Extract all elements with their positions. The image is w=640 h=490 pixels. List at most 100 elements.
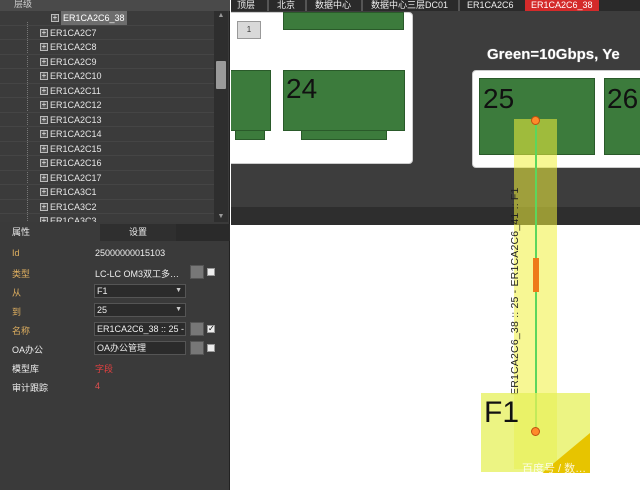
tree-item-label: ER1CA3C2 xyxy=(50,201,97,212)
tree-item[interactable]: + ER1CA2C14 xyxy=(0,127,214,142)
prop-name: Id xyxy=(12,248,20,258)
breadcrumb-separator xyxy=(305,0,307,11)
tree-item-label: ER1CA2C10 xyxy=(50,71,102,81)
breadcrumb-item[interactable]: 数据中心三层DC01 xyxy=(371,0,448,11)
properties-grid: Id 25000000015103 类型 LC-LC OM3双工多… 从 F1 ▼… xyxy=(0,244,230,394)
chevron-down-icon: ▼ xyxy=(175,287,182,294)
topology-canvas[interactable]: 顶层 北京 数据中心 数据中心三层DC01 ER1CA2C6 ER1CA2C6_… xyxy=(231,0,640,490)
breadcrumb-item[interactable]: 顶层 xyxy=(237,0,255,11)
breadcrumb: 顶层 北京 数据中心 数据中心三层DC01 ER1CA2C6 ER1CA2C6_… xyxy=(231,0,640,11)
rack-footer-band xyxy=(231,207,640,225)
prop-row-from: 从 F1 ▼ xyxy=(0,282,230,301)
tree-item-selected[interactable]: + ER1CA2C6_38 xyxy=(0,11,214,26)
browse-button[interactable] xyxy=(190,322,204,336)
tree-item[interactable]: + ER1CA3C1 xyxy=(0,185,214,200)
scroll-thumb[interactable] xyxy=(216,61,226,89)
expand-icon[interactable]: + xyxy=(40,144,48,153)
to-select[interactable]: 25 ▼ xyxy=(94,303,186,317)
browse-button[interactable] xyxy=(190,341,204,355)
tree-item[interactable]: + ER1CA2C12 xyxy=(0,98,214,113)
breadcrumb-separator xyxy=(458,0,460,11)
expand-icon[interactable]: + xyxy=(51,14,59,22)
cable-endpoint-top[interactable] xyxy=(531,116,540,125)
expand-icon[interactable]: + xyxy=(40,173,48,182)
checkbox-checked[interactable]: ✓ xyxy=(207,325,215,333)
prop-name: OA办公 xyxy=(12,345,44,355)
expand-icon[interactable]: + xyxy=(40,202,48,211)
expand-icon[interactable]: + xyxy=(40,188,48,196)
breadcrumb-separator xyxy=(361,0,363,11)
tree-item[interactable]: + ER1CA2C7 xyxy=(0,26,214,40)
prop-name: 类型 xyxy=(12,269,31,279)
tree-item-label: ER1CA2C7 xyxy=(50,27,97,38)
property-tabs: 属性 设置 xyxy=(0,224,230,241)
tree-item[interactable]: + ER1CA2C15 xyxy=(0,142,214,156)
port-number: 25 xyxy=(483,83,515,114)
port-23[interactable] xyxy=(231,70,271,131)
prop-row-model: 模型库 字段 xyxy=(0,358,230,377)
breadcrumb-item-active[interactable]: ER1CA2C6_38 xyxy=(525,0,599,11)
browse-button[interactable] xyxy=(190,265,204,279)
left-panel: 层级 + ER1CA2C6_38 + ER1CA2C7 + ER1CA2C8 + ER… xyxy=(0,0,230,490)
prop-value: 25000000015103 xyxy=(95,248,166,258)
prop-row-type: 类型 LC-LC OM3双工多… xyxy=(0,263,230,282)
expand-icon[interactable]: + xyxy=(40,159,48,167)
expand-icon[interactable]: + xyxy=(40,130,48,138)
tree-item-label: ER1CA2C11 xyxy=(50,85,101,96)
cable-endpoint-bottom[interactable] xyxy=(531,427,540,436)
prop-row-audit: 审计跟踪 4 xyxy=(0,377,230,396)
tree-item-label: ER1CA3C1 xyxy=(50,187,97,197)
port-number: 26 xyxy=(607,83,639,114)
tree-item-label: ER1CA2C12 xyxy=(50,100,102,110)
tree-item[interactable]: + ER1CA2C17 xyxy=(0,171,214,185)
expand-icon[interactable]: + xyxy=(40,115,48,124)
breadcrumb-item[interactable]: ER1CA2C6 xyxy=(467,0,514,11)
tree-item-label: ER1CA2C15 xyxy=(50,143,102,154)
from-select[interactable]: F1 ▼ xyxy=(94,284,186,298)
watermark: 百度号 / 数… xyxy=(522,463,587,475)
prop-row-id: Id 25000000015103 xyxy=(0,244,230,263)
tree-item[interactable]: + ER1CA3C3 xyxy=(0,214,214,222)
chevron-down-icon: ▼ xyxy=(175,306,182,313)
prop-row-title: 名称 ER1CA2C6_38 :: 25 - E ✓ xyxy=(0,320,230,339)
breadcrumb-item[interactable]: 北京 xyxy=(277,0,295,11)
tree-item[interactable]: + ER1CA2C8 xyxy=(0,40,214,55)
prop-name: 模型库 xyxy=(12,364,40,374)
breadcrumb-separator xyxy=(267,0,269,11)
breadcrumb-item[interactable]: 数据中心 xyxy=(315,0,351,11)
expand-icon[interactable]: + xyxy=(40,101,48,109)
oa-input[interactable]: OA办公管理 xyxy=(94,341,186,355)
tree-item-label: ER1CA2C8 xyxy=(50,42,97,52)
tree-item[interactable]: + ER1CA2C9 xyxy=(0,55,214,69)
tree-item[interactable]: + ER1CA2C11 xyxy=(0,84,214,98)
tree-item[interactable]: + ER1CA2C16 xyxy=(0,156,214,171)
tab-properties[interactable]: 属性 xyxy=(0,224,100,241)
scroll-up-icon[interactable]: ▲ xyxy=(214,11,228,21)
expand-icon[interactable]: + xyxy=(40,57,48,66)
tree-item[interactable]: + ER1CA3C2 xyxy=(0,200,214,214)
tab-settings[interactable]: 设置 xyxy=(100,224,176,241)
port-number: 24 xyxy=(286,73,318,104)
tree-item[interactable]: + ER1CA2C10 xyxy=(0,69,214,84)
port-top[interactable] xyxy=(283,12,404,30)
expand-icon[interactable]: + xyxy=(40,43,48,51)
select-value: F1 xyxy=(97,286,108,296)
tree-scrollbar[interactable]: ▲ ▼ xyxy=(214,11,228,222)
page-indicator[interactable]: 1 xyxy=(237,21,261,39)
prop-row-to: 到 25 ▼ xyxy=(0,301,230,320)
scroll-down-icon[interactable]: ▼ xyxy=(214,212,228,222)
tree-item[interactable]: + ER1CA2C13 xyxy=(0,113,214,127)
checkbox[interactable] xyxy=(207,344,215,352)
prop-row-oa: OA办公 OA办公管理 xyxy=(0,339,230,358)
expand-icon[interactable]: + xyxy=(40,86,48,95)
checkbox[interactable] xyxy=(207,268,215,276)
title-input[interactable]: ER1CA2C6_38 :: 25 - E xyxy=(94,322,186,336)
expand-icon[interactable]: + xyxy=(40,72,48,80)
prop-value: 4 xyxy=(95,381,101,391)
expand-icon[interactable]: + xyxy=(40,217,48,222)
tree-item-label: ER1CA2C6_38 xyxy=(61,11,127,25)
tree-item-label: ER1CA2C16 xyxy=(50,158,102,168)
tree-header: 层级 xyxy=(0,0,230,11)
expand-icon[interactable]: + xyxy=(40,28,48,37)
tree-item-label: ER1CA2C13 xyxy=(50,114,102,125)
